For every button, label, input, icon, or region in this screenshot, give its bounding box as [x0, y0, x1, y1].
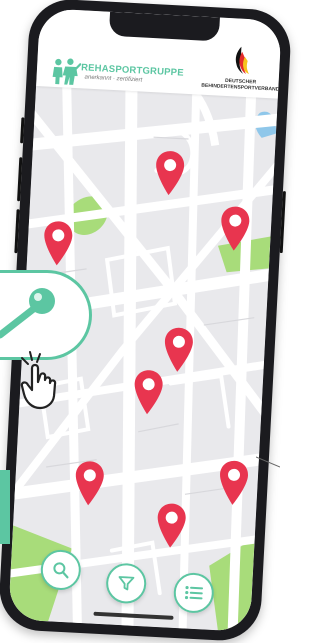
phone-volume-down [14, 209, 20, 254]
dbs-flag-icon [235, 46, 250, 75]
location-pin[interactable] [161, 325, 195, 375]
partner-name: DEUTSCHER BEHINDERTENSPORTVERBAND [201, 77, 280, 93]
search-icon [53, 562, 69, 579]
location-pin[interactable] [216, 458, 250, 508]
list-icon [184, 585, 204, 600]
zoomed-pin-icon [0, 288, 55, 339]
people-logo-icon [52, 58, 82, 85]
callout-line [256, 456, 280, 468]
location-pin[interactable] [154, 501, 188, 551]
phone-volume-up [17, 157, 23, 202]
pointing-hand-icon [20, 351, 57, 410]
location-pin[interactable] [152, 148, 186, 198]
location-pin[interactable] [218, 204, 252, 254]
filter-icon [118, 576, 135, 591]
zoom-callout-card [0, 270, 92, 360]
phone-side-button [20, 117, 25, 144]
phone-power-button [279, 191, 286, 254]
location-pin[interactable] [41, 219, 75, 269]
location-pin[interactable] [131, 367, 165, 417]
dbs-logo: DEUTSCHER BEHINDERTENSPORTVERBAND [200, 45, 282, 95]
accent-strip [0, 470, 10, 544]
rehasportgruppe-logo: REHASPORTGRUPPE anerkannt · zertifiziert [50, 57, 184, 93]
location-pin[interactable] [72, 459, 106, 509]
